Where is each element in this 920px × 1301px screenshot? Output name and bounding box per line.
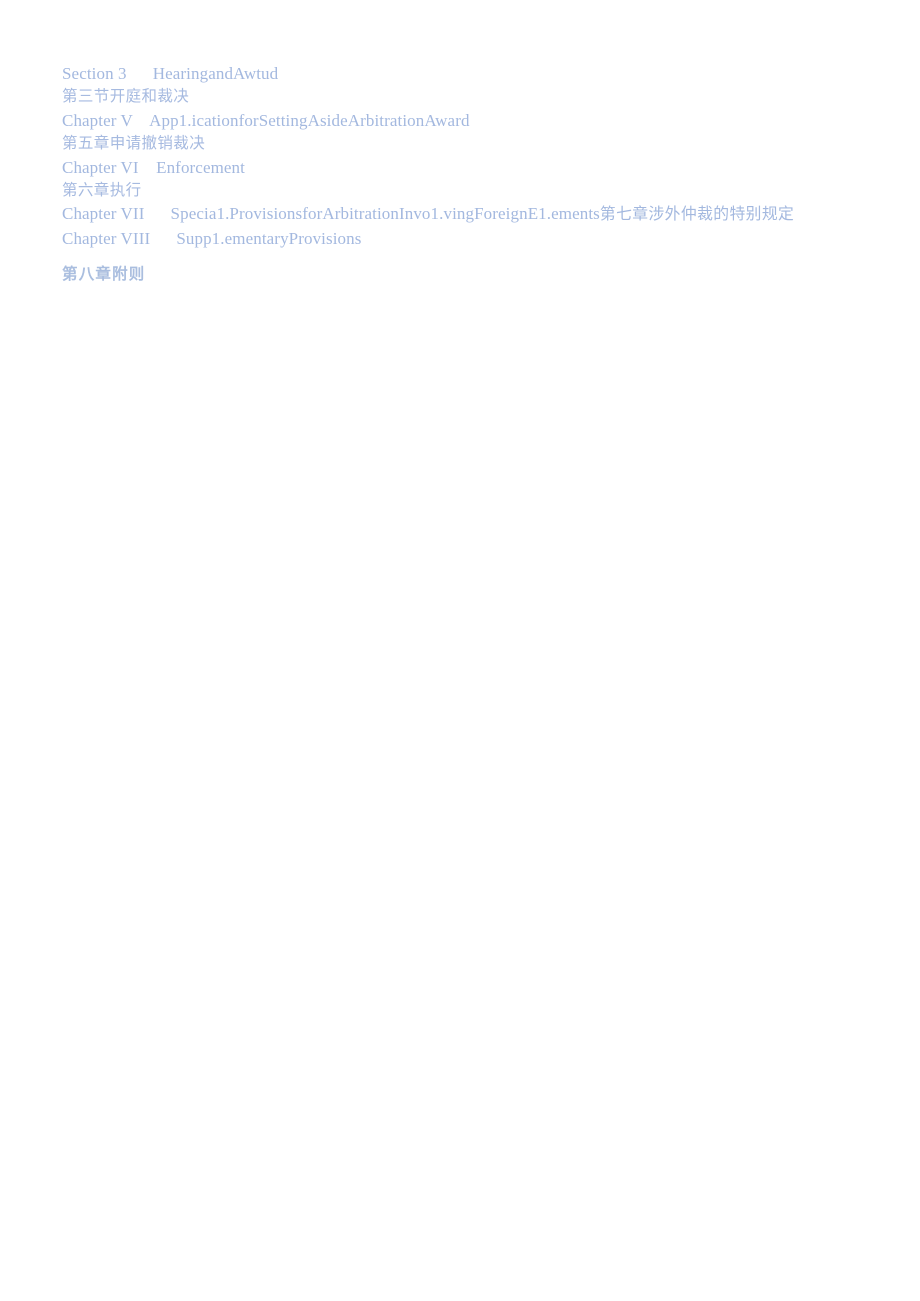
toc-entry-chapter-7-cn: 第七章涉外仲裁的特别规定 [599,206,795,224]
toc-entry-chapter-6-cn: 第六章执行 [62,182,142,200]
toc-entry-section-3-cn: 第三节开庭和裁决 [62,88,190,106]
toc-entry-chapter-7-latin: Chapter VII Specia1.ProvisionsforArbitra… [62,204,600,224]
toc-entry-section-3: Section 3 HearingandAwtud [62,64,279,83]
document-page: Section 3 HearingandAwtud 第三节开庭和裁决 Chapt… [0,0,920,1301]
toc-entry-chapter-8: Chapter VIII Supp1.ementaryProvisions [62,228,362,248]
toc-entry-chapter-7: Chapter VII Specia1.ProvisionsforArbitra… [62,202,862,226]
toc-entry-chapter-8-cn: 第八章附则 [62,265,146,284]
toc-entry-chapter-5: Chapter V App1.icationforSettingAsideArb… [62,110,470,130]
toc-entry-chapter-5-cn: 第五章申请撤销裁决 [62,135,206,153]
toc-entry-chapter-6: Chapter VI Enforcement [62,157,245,177]
table-of-contents: Section 3 HearingandAwtud 第三节开庭和裁决 Chapt… [62,62,862,287]
